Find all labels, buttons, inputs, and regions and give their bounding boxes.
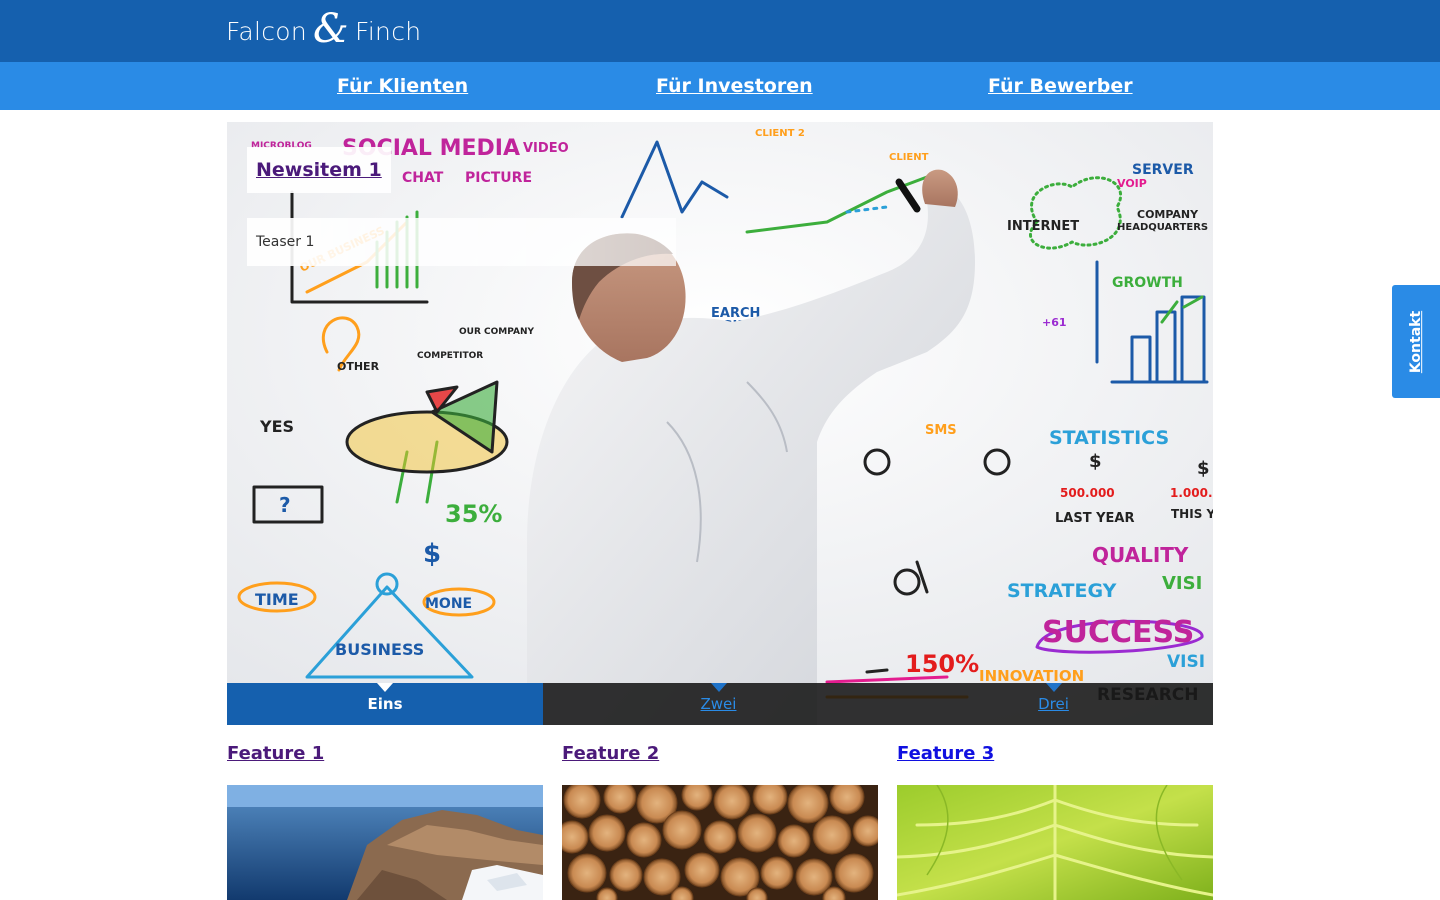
svg-text:SERVER: SERVER	[1132, 162, 1194, 178]
newsitem-title: Newsitem 1	[247, 147, 391, 193]
svg-text:150%: 150%	[905, 650, 979, 678]
svg-text:VISI: VISI	[1162, 573, 1202, 594]
svg-text:CLIENT 2: CLIENT 2	[755, 128, 805, 139]
slider-tab-drei[interactable]: Drei	[894, 683, 1213, 725]
svg-text:+61: +61	[1042, 316, 1067, 329]
svg-text:TIME: TIME	[255, 590, 299, 609]
nav-link-investoren[interactable]: Für Investoren	[656, 75, 813, 97]
kontakt-tab[interactable]: Kontakt	[1392, 285, 1440, 398]
brand-name-part2: Finch	[354, 16, 422, 46]
slider-tab-zwei[interactable]: Zwei	[543, 683, 894, 725]
svg-text:SUCCESS: SUCCESS	[1042, 615, 1194, 650]
svg-text:GROWTH: GROWTH	[1112, 275, 1183, 291]
slider-tabs: Eins Zwei Drei	[227, 683, 1213, 725]
slider-tab-eins[interactable]: Eins	[227, 683, 543, 725]
nav-link-klienten[interactable]: Für Klienten	[337, 75, 468, 97]
feature-card-2: Feature 2	[562, 743, 878, 900]
svg-text:OTHER: OTHER	[337, 360, 380, 373]
svg-text:LAST YEAR: LAST YEAR	[1055, 511, 1134, 526]
caret-down-icon	[377, 683, 393, 692]
main-navigation: Für Klienten Für Investoren Für Bewerber	[0, 62, 1440, 110]
svg-text:COMPETITOR: COMPETITOR	[417, 351, 483, 361]
feature-card-3: Feature 3	[897, 743, 1213, 900]
svg-text:INTERNET: INTERNET	[1007, 219, 1079, 234]
feature-image-leaf[interactable]	[897, 785, 1213, 900]
kontakt-label: Kontakt	[1408, 310, 1424, 373]
hero-slider: SOCIAL MEDIA VIDEO CHAT PICTURE INTERNET…	[227, 122, 1213, 725]
brand-name-part1: Falcon	[226, 16, 308, 46]
svg-text:35%: 35%	[445, 500, 502, 528]
svg-text:VISI: VISI	[1167, 652, 1205, 672]
caret-down-icon	[1045, 683, 1062, 692]
svg-text:MONE: MONE	[425, 596, 472, 612]
svg-text:$: $	[423, 539, 441, 569]
svg-text:QUALITY: QUALITY	[1092, 543, 1189, 567]
svg-text:$: $	[1197, 458, 1210, 479]
svg-text:HEADQUARTERS: HEADQUARTERS	[1117, 222, 1208, 233]
svg-text:500.000: 500.000	[1060, 486, 1115, 500]
feature-link-2[interactable]: Feature 2	[562, 743, 878, 767]
svg-text:VOIP: VOIP	[1117, 177, 1147, 190]
svg-text:?: ?	[279, 493, 291, 517]
svg-text:BUSINESS: BUSINESS	[335, 640, 424, 659]
feature-image-logs[interactable]	[562, 785, 878, 900]
hero-image-whiteboard: SOCIAL MEDIA VIDEO CHAT PICTURE INTERNET…	[227, 122, 1213, 725]
svg-text:YES: YES	[259, 417, 294, 436]
svg-text:1.000.: 1.000.	[1170, 486, 1213, 500]
slider-tab-label: Drei	[1038, 695, 1069, 713]
svg-text:CLIENT: CLIENT	[889, 152, 929, 163]
top-header: Falcon & Finch	[0, 0, 1440, 62]
svg-text:VIDEO: VIDEO	[523, 141, 569, 156]
svg-text:STATISTICS: STATISTICS	[1049, 427, 1169, 449]
feature-card-1: Feature 1	[227, 743, 543, 900]
brand-logo[interactable]: Falcon & Finch	[226, 6, 422, 52]
svg-text:COMPANY: COMPANY	[1137, 208, 1199, 221]
brand-ampersand: &	[313, 6, 349, 52]
nav-link-bewerber[interactable]: Für Bewerber	[988, 75, 1133, 97]
feature-link-1[interactable]: Feature 1	[227, 743, 543, 767]
svg-text:CHAT: CHAT	[402, 170, 444, 186]
svg-text:OUR COMPANY: OUR COMPANY	[459, 327, 535, 337]
svg-text:$: $	[1089, 451, 1102, 472]
svg-text:SMS: SMS	[925, 423, 957, 438]
feature-link-3[interactable]: Feature 3	[897, 743, 1213, 767]
slider-tab-label: Eins	[367, 695, 403, 713]
slider-tab-label: Zwei	[700, 695, 737, 713]
svg-text:THIS Y: THIS Y	[1171, 507, 1213, 521]
caret-down-icon	[710, 683, 727, 692]
svg-text:PICTURE: PICTURE	[465, 170, 532, 186]
svg-text:STRATEGY: STRATEGY	[1007, 580, 1117, 602]
newsitem-link[interactable]: Newsitem 1	[256, 159, 382, 181]
newsitem-teaser: Teaser 1	[247, 218, 676, 266]
feature-image-coast[interactable]	[227, 785, 543, 900]
